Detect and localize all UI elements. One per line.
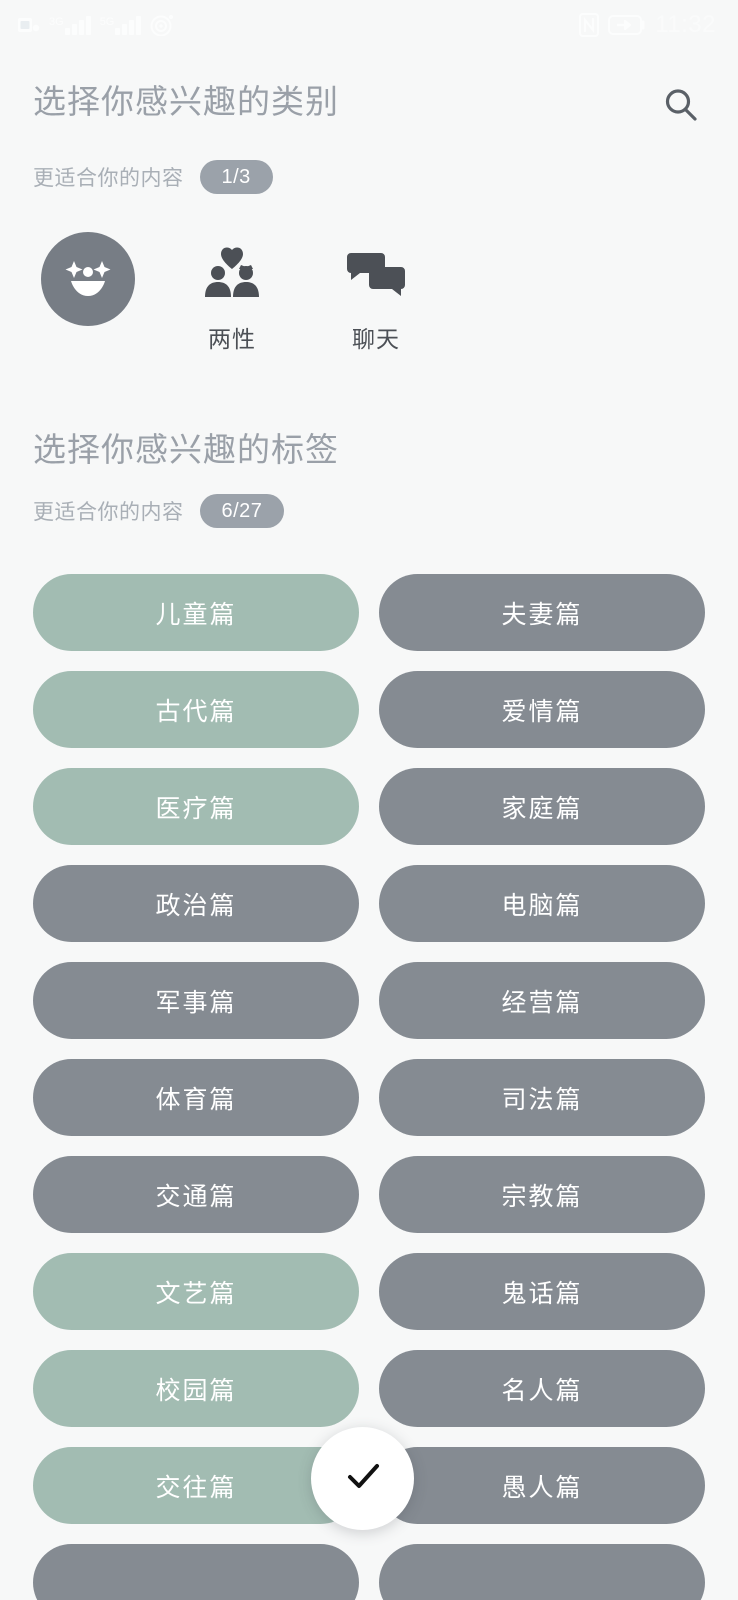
status-bar-right: 11:32 [579, 11, 716, 39]
tag-pill[interactable]: 家庭篇 [379, 768, 705, 846]
category-avatar [41, 232, 135, 326]
tag-pill[interactable]: 政治篇 [33, 865, 359, 943]
category-item-chat[interactable]: 聊天 [326, 232, 426, 354]
status-bar-left: 3G 5G [18, 14, 174, 36]
tag-pill[interactable]: 儿童篇 [33, 574, 359, 652]
tag-pill[interactable] [33, 1544, 359, 1600]
signal-bars-icon: 3G [49, 15, 91, 35]
network-type-label-secondary: 5G [99, 15, 115, 28]
tag-pill[interactable]: 经营篇 [379, 962, 705, 1040]
tag-pill[interactable]: 交往篇 [33, 1447, 359, 1525]
network-type-label: 3G [49, 15, 64, 28]
category-avatar [345, 240, 407, 310]
confirm-button[interactable] [311, 1427, 414, 1530]
category-item-selected[interactable] [38, 232, 138, 336]
tag-section-header: 选择你感兴趣的标签 [0, 431, 738, 468]
search-icon [661, 85, 701, 130]
tag-section-title: 选择你感兴趣的标签 [33, 431, 339, 468]
category-label: 两性 [208, 326, 256, 352]
search-button[interactable] [654, 80, 708, 134]
category-item-couple[interactable]: 两性 [182, 232, 282, 354]
category-count-badge: 1/3 [199, 160, 273, 194]
tag-pill[interactable]: 体育篇 [33, 1059, 359, 1137]
nfc-icon [579, 13, 600, 37]
chat-bubbles-icon [345, 247, 407, 304]
tag-pill[interactable]: 夫妻篇 [379, 574, 705, 652]
tag-pill[interactable]: 愚人篇 [379, 1447, 705, 1525]
tag-pill[interactable]: 交通篇 [33, 1156, 359, 1234]
tag-pill[interactable] [379, 1544, 705, 1600]
category-subtitle: 更适合你的内容 [33, 167, 184, 190]
category-list: 两性 聊天 [0, 232, 738, 354]
starry-eyed-face-icon [59, 248, 117, 311]
tag-pill[interactable]: 司法篇 [379, 1059, 705, 1137]
couple-heart-icon [201, 245, 263, 306]
tag-count-badge: 6/27 [199, 494, 285, 529]
tag-count-row: 更适合你的内容 6/27 [0, 494, 738, 529]
clock-time: 11:32 [655, 11, 716, 38]
status-bar: 3G 5G 11:32 [0, 0, 738, 50]
page-title: 选择你感兴趣的类别 [33, 83, 339, 120]
tag-subtitle: 更适合你的内容 [33, 501, 184, 525]
tag-pill[interactable]: 文艺篇 [33, 1253, 359, 1331]
tag-pill[interactable]: 电脑篇 [379, 865, 705, 943]
battery-icon [608, 14, 646, 36]
check-icon [339, 1452, 387, 1505]
tag-pill[interactable]: 宗教篇 [379, 1156, 705, 1234]
category-avatar [201, 240, 263, 310]
category-label: 聊天 [352, 326, 400, 352]
tag-pill[interactable]: 校园篇 [33, 1350, 359, 1428]
tag-pill[interactable]: 古代篇 [33, 671, 359, 749]
tag-pill[interactable]: 医疗篇 [33, 768, 359, 846]
tag-pill[interactable]: 鬼话篇 [379, 1253, 705, 1331]
category-count-row: 更适合你的内容 1/3 [0, 160, 738, 194]
tag-pill[interactable]: 爱情篇 [379, 671, 705, 749]
tag-pill[interactable]: 军事篇 [33, 962, 359, 1040]
tag-pill[interactable]: 名人篇 [379, 1350, 705, 1428]
signal-bars-icon-secondary: 5G [99, 15, 142, 35]
sim-card-icon [18, 16, 40, 34]
category-section-header: 选择你感兴趣的类别 [0, 50, 738, 134]
wifi-hotspot-icon [150, 14, 174, 36]
